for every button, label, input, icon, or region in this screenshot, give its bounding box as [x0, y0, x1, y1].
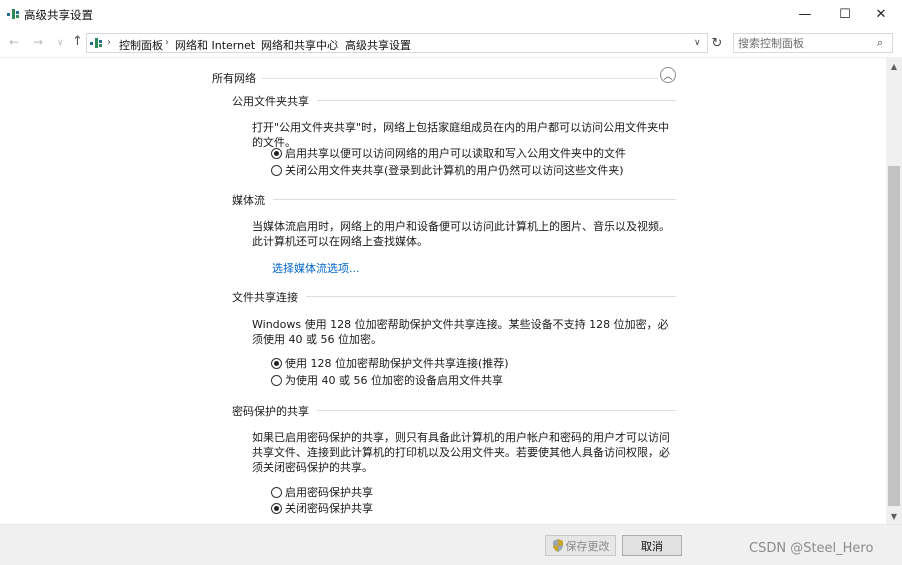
- forward-arrow-icon[interactable]: →: [33, 35, 43, 49]
- radio-enable-password-sharing[interactable]: 启用密码保护共享: [271, 484, 373, 500]
- radio-label: 启用共享以便可以访问网络的用户可以读取和写入公用文件夹中的文件: [285, 147, 626, 160]
- radio-button-checked[interactable]: [271, 357, 282, 369]
- refresh-icon: ↻: [711, 35, 723, 51]
- radio-enable-public-sharing[interactable]: 启用共享以便可以访问网络的用户可以读取和写入公用文件夹中的文件: [271, 145, 626, 161]
- cancel-button[interactable]: 取消: [622, 535, 682, 556]
- cancel-label: 取消: [641, 539, 663, 553]
- section-all-networks-header: 所有网络 ︿: [212, 67, 676, 86]
- recent-locations-chevron-icon[interactable]: ∨: [57, 38, 64, 48]
- network-icon: [7, 9, 19, 19]
- password-description: 如果已启用密码保护的共享，则只有具备此计算机的用户帐户和密码的用户才可以访问共享…: [252, 431, 670, 474]
- window-title: 高级共享设置: [24, 8, 93, 22]
- radio-button-checked[interactable]: [271, 147, 282, 159]
- scroll-down-button[interactable]: ▼: [886, 508, 902, 524]
- radio-label: 启用密码保护共享: [285, 486, 373, 499]
- close-button[interactable]: ✕: [858, 0, 902, 28]
- save-label: 保存更改: [565, 539, 610, 553]
- radio-128bit-encryption[interactable]: 使用 128 位加密帮助保护文件共享连接(推荐): [271, 355, 509, 371]
- radio-label: 关闭密码保护共享: [285, 502, 373, 515]
- breadcrumb-separator-icon[interactable]: ›: [250, 37, 254, 48]
- public-folder-sharing-header: 公用文件夹共享: [232, 93, 676, 109]
- section-title: 所有网络: [212, 70, 262, 86]
- breadcrumb-network-sharing-center[interactable]: 网络和共享中心: [261, 37, 338, 53]
- navigation-bar: ← → ∨ ↑ › 控制面板 › 网络和 Internet › 网络和共享中心 …: [0, 30, 902, 56]
- radio-disable-password-sharing[interactable]: 关闭密码保护共享: [271, 500, 373, 516]
- vertical-scrollbar[interactable]: ▲ ▼: [886, 58, 902, 524]
- scroll-up-button[interactable]: ▲: [886, 58, 902, 74]
- radio-label: 为使用 40 或 56 位加密的设备启用文件共享: [285, 374, 503, 387]
- breadcrumb-control-panel[interactable]: 控制面板: [119, 37, 163, 53]
- media-streaming-header: 媒体流: [232, 192, 676, 208]
- radio-button[interactable]: [271, 486, 282, 498]
- collapse-button[interactable]: ︿: [660, 67, 676, 83]
- radio-button[interactable]: [271, 164, 282, 176]
- up-arrow-icon[interactable]: ↑: [72, 34, 83, 49]
- triangle-down-icon: ▼: [890, 511, 898, 521]
- media-streaming-options-link[interactable]: 选择媒体流选项...: [272, 260, 360, 276]
- close-icon: ✕: [875, 6, 887, 22]
- breadcrumb-separator-icon[interactable]: ›: [334, 37, 338, 48]
- save-changes-button[interactable]: 保存更改: [545, 535, 616, 556]
- divider: [212, 78, 658, 79]
- scrollbar-thumb[interactable]: [888, 166, 900, 506]
- file-sharing-connections-header: 文件共享连接: [232, 289, 676, 305]
- maximize-icon: ☐: [839, 6, 851, 22]
- search-box[interactable]: ⌕: [733, 33, 893, 53]
- group-title: 文件共享连接: [232, 289, 306, 305]
- triangle-up-icon: ▲: [890, 61, 898, 71]
- group-title: 公用文件夹共享: [232, 93, 317, 109]
- breadcrumb-network-internet[interactable]: 网络和 Internet: [175, 37, 255, 53]
- refresh-button[interactable]: ↻: [708, 33, 726, 53]
- radio-disable-public-sharing[interactable]: 关闭公用文件夹共享(登录到此计算机的用户仍然可以访问这些文件夹): [271, 162, 624, 178]
- title-bar: 高级共享设置 — ☐ ✕: [0, 0, 902, 30]
- footer-bar: 保存更改 取消 CSDN @Steel_Hero: [0, 524, 902, 565]
- radio-label: 关闭公用文件夹共享(登录到此计算机的用户仍然可以访问这些文件夹): [285, 164, 624, 177]
- address-bar[interactable]: › 控制面板 › 网络和 Internet › 网络和共享中心 › 高级共享设置…: [86, 33, 708, 53]
- settings-content: 所有网络 ︿ 公用文件夹共享 打开"公用文件夹共享"时，网络上包括家庭组成员在内…: [0, 58, 886, 524]
- group-title: 密码保护的共享: [232, 403, 317, 419]
- group-title: 媒体流: [232, 192, 273, 208]
- breadcrumb-advanced-sharing[interactable]: 高级共享设置: [345, 37, 411, 53]
- back-arrow-icon[interactable]: ←: [9, 35, 19, 49]
- divider: [232, 199, 676, 200]
- radio-button-checked[interactable]: [271, 502, 282, 514]
- address-dropdown-chevron-icon[interactable]: ∨: [694, 38, 701, 48]
- radio-button[interactable]: [271, 374, 282, 386]
- media-description: 当媒体流启用时，网络上的用户和设备便可以访问此计算机上的图片、音乐以及视频。此计…: [252, 220, 670, 248]
- search-input[interactable]: [738, 36, 868, 51]
- minimize-icon: —: [798, 6, 812, 22]
- uac-shield-icon: [552, 539, 563, 552]
- network-icon: [90, 38, 102, 48]
- password-sharing-header: 密码保护的共享: [232, 403, 676, 419]
- radio-40-56bit-encryption[interactable]: 为使用 40 或 56 位加密的设备启用文件共享: [271, 372, 503, 388]
- chevron-up-icon: ︿: [663, 71, 673, 82]
- watermark: CSDN @Steel_Hero: [749, 541, 874, 556]
- radio-label: 使用 128 位加密帮助保护文件共享连接(推荐): [285, 357, 509, 370]
- breadcrumb-separator-icon[interactable]: ›: [107, 37, 111, 48]
- search-icon[interactable]: ⌕: [877, 36, 883, 50]
- breadcrumb-separator-icon[interactable]: ›: [165, 37, 169, 48]
- file-sharing-description: Windows 使用 128 位加密帮助保护文件共享连接。某些设备不支持 128…: [252, 318, 669, 346]
